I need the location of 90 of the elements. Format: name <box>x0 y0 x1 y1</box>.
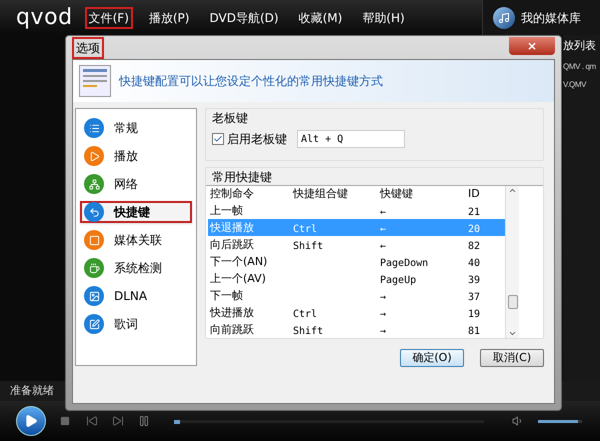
table-cell: 39 <box>468 274 480 286</box>
check-icon <box>213 134 223 144</box>
settings-window-icon <box>79 65 111 97</box>
nav-item[interactable]: 常规 <box>80 117 192 139</box>
next-button[interactable] <box>112 415 124 427</box>
nav-item[interactable]: DLNA <box>80 285 192 307</box>
menu-item[interactable]: 文件(F) <box>84 6 133 28</box>
table-cell: → <box>380 292 386 302</box>
table-cell: 20 <box>468 224 480 234</box>
scroll-down-icon[interactable] <box>508 329 517 338</box>
playlist-title: 放列表 <box>563 38 597 54</box>
boss-key-checkbox[interactable]: 启用老板键 <box>212 130 287 148</box>
stop-button[interactable] <box>60 415 72 427</box>
table-cell: ← <box>380 224 386 234</box>
table-cell: 向后跳跃 <box>210 238 254 252</box>
nav-icon <box>84 118 104 138</box>
app-logo: qvod <box>16 4 73 32</box>
table-cell: 37 <box>468 292 480 302</box>
table-cell: PageDown <box>380 258 428 268</box>
speaker-icon <box>512 415 524 427</box>
nav-item[interactable]: 快捷键 <box>80 201 192 223</box>
cancel-button[interactable]: 取消(C) <box>480 349 544 367</box>
library-button[interactable]: 我的媒体库 <box>482 0 600 35</box>
nav-icon <box>84 202 104 222</box>
column-header[interactable]: 快键键 <box>378 186 466 202</box>
table-cell: → <box>380 308 386 320</box>
table-cell: 下一个(AN) <box>210 255 268 268</box>
header-text: 快捷键配置可以让您设定个性化的常用快捷键方式 <box>119 73 383 90</box>
nav-icon <box>84 174 104 194</box>
table-cell: Ctrl <box>293 308 318 320</box>
menu-item[interactable]: 帮助(H) <box>358 6 409 28</box>
nav-item[interactable]: 媒体关联 <box>80 229 192 251</box>
table-cell: 下一帧 <box>210 289 243 302</box>
play-icon <box>24 414 38 428</box>
playlist-item[interactable]: V.QMV <box>563 78 600 90</box>
play-button[interactable] <box>16 406 46 436</box>
table-cell: 快进播放 <box>210 306 254 320</box>
column-header[interactable]: 控制命令 <box>208 186 291 202</box>
scroll-up-icon[interactable] <box>508 186 517 195</box>
table-cell: 19 <box>468 308 480 320</box>
nav-icon <box>84 146 104 166</box>
table-row[interactable]: 下一个(AN) PageDown 40 <box>208 253 505 270</box>
nav-item[interactable]: 播放 <box>80 145 192 167</box>
scroll-thumb[interactable] <box>508 295 518 309</box>
table-row[interactable]: 快进播放 Ctrl → 19 <box>208 304 505 321</box>
table-cell: Shift <box>293 326 324 336</box>
menu-item[interactable]: DVD导航(D) <box>205 6 283 28</box>
close-button[interactable]: × <box>509 36 555 54</box>
table-cell: Shift <box>293 240 324 252</box>
table-cell: ← <box>380 206 386 218</box>
hotkey-field[interactable]: Alt + Q <box>297 130 405 148</box>
table-row[interactable]: 向前跳跃 Shift → 81 <box>208 321 505 338</box>
table-cell: PageUp <box>380 274 416 286</box>
nav-item[interactable]: 歌词 <box>80 313 192 335</box>
music-globe-icon <box>493 6 515 28</box>
nav-icon <box>84 286 104 306</box>
table-cell: 上一个(AV) <box>210 272 266 286</box>
ok-button[interactable]: 确定(O) <box>400 349 464 367</box>
nav-icon <box>84 314 104 334</box>
group-title: 常用快捷键 <box>211 169 273 185</box>
column-header[interactable]: 快捷组合键 <box>291 186 378 202</box>
nav-item[interactable]: 系统检测 <box>80 257 192 279</box>
table-row[interactable]: 上一个(AV) PageUp 39 <box>208 270 505 287</box>
dialog-title: 选项 <box>72 36 104 58</box>
table-row[interactable]: 上一帧 ← 21 <box>208 202 505 219</box>
table-cell: 82 <box>468 240 480 252</box>
table-cell: 40 <box>468 258 480 268</box>
previous-button[interactable] <box>86 415 98 427</box>
status-text: 准备就绪 <box>10 382 54 399</box>
table-cell: Ctrl <box>293 224 318 234</box>
nav-icon <box>84 230 104 250</box>
table-cell: 21 <box>468 206 480 218</box>
table-cell: 快退播放 <box>210 221 254 234</box>
table-cell: ← <box>380 240 386 252</box>
table-cell: → <box>380 326 386 336</box>
playlist-item[interactable]: QMV . qm <box>563 60 600 72</box>
menu-item[interactable]: 收藏(M) <box>294 6 346 28</box>
scrollbar[interactable] <box>505 186 519 338</box>
group-title: 老板键 <box>212 110 249 127</box>
table-row[interactable]: 下一帧 → 37 <box>208 287 505 304</box>
menu-item[interactable]: 播放(P) <box>144 6 194 28</box>
checkbox[interactable] <box>212 133 224 145</box>
table-cell: 向前跳跃 <box>210 323 254 336</box>
nav-icon <box>84 258 104 278</box>
table-cell: 81 <box>468 326 480 336</box>
progress-fill[interactable] <box>174 420 180 424</box>
table-cell: 上一帧 <box>210 204 243 218</box>
table-row[interactable]: 向后跳跃 Shift ← 82 <box>208 236 505 253</box>
nav-item[interactable]: 网络 <box>80 173 192 195</box>
column-header[interactable]: ID <box>466 186 503 202</box>
